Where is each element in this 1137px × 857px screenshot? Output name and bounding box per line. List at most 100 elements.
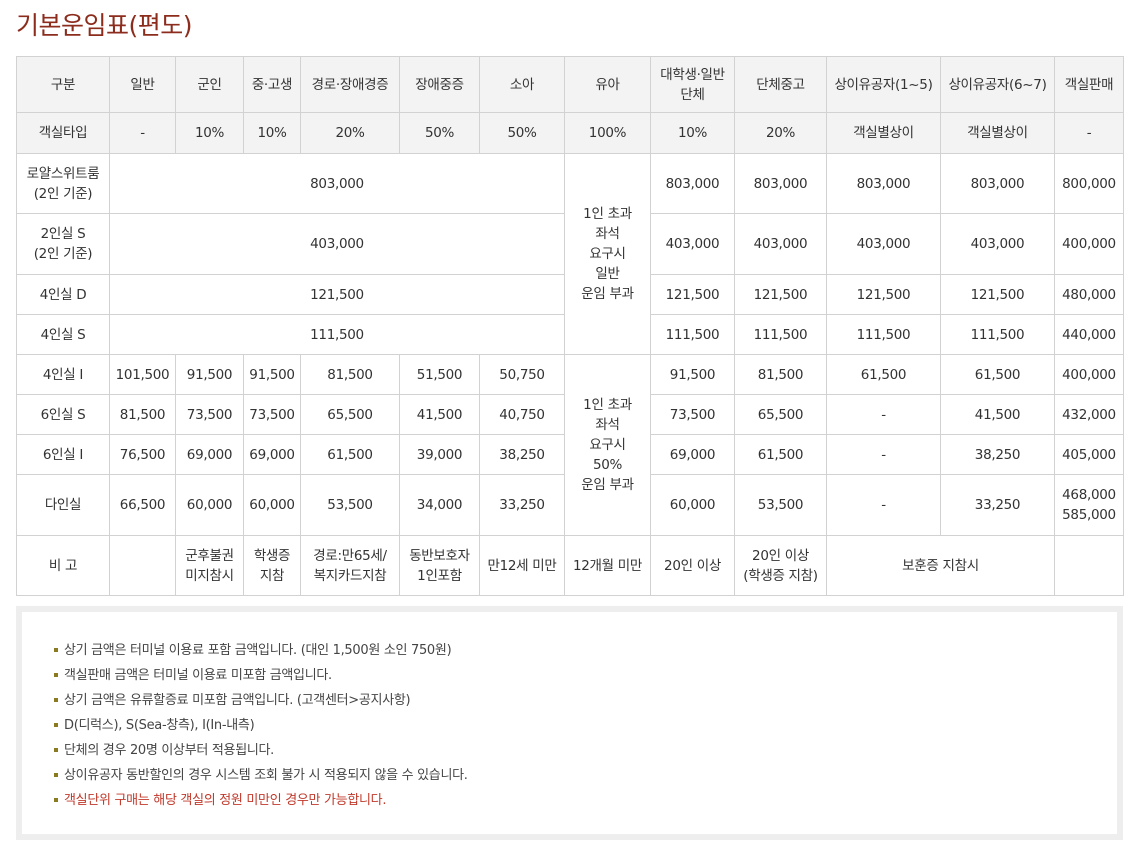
remarks-cell: 만12세 미만 (479, 535, 565, 596)
remarks-cell: 20인 이상 (650, 535, 735, 596)
fare-cell: 432,000 (1054, 394, 1124, 435)
fare-cell: 81,500 (734, 354, 827, 395)
fare-cell: 403,000 (734, 213, 827, 275)
bullet-icon (54, 748, 58, 752)
fare-cell: 400,000 (1054, 354, 1124, 395)
fare-cell: 34,000 (399, 474, 480, 536)
discount-cell: - (1054, 112, 1124, 154)
note-text: 상이유공자 동반할인의 경우 시스템 조회 불가 시 적용되지 않을 수 있습니… (64, 768, 468, 783)
note-item: 객실판매 금액은 터미널 이용료 미포함 금액입니다. (54, 663, 1117, 688)
fare-cell: 111,500 (826, 314, 941, 355)
fare-cell: 803,000 (826, 153, 941, 214)
discount-cell: 10% (650, 112, 735, 154)
header-cell: 상이유공자(1~5) (826, 56, 941, 113)
fare-cell: 69,000 (175, 434, 244, 475)
fare-cell: 33,250 (940, 474, 1055, 536)
fare-cell: 81,500 (109, 394, 176, 435)
fare-cell: 468,000 585,000 (1054, 474, 1124, 536)
fare-cell: 800,000 (1054, 153, 1124, 214)
fare-cell: 76,500 (109, 434, 176, 475)
discount-cell: 객실별상이 (940, 112, 1055, 154)
fare-cell: 73,500 (243, 394, 301, 435)
fare-cell: 121,500 (734, 274, 827, 315)
remarks-row: 비 고 군후불권 미지참시 학생증 지참 경로:만65세/복지카드지참 동반보호자 1인포함 만… (16, 535, 1124, 596)
fare-cell: 61,500 (940, 354, 1055, 395)
discount-cell: 객실별상이 (826, 112, 941, 154)
bullet-icon (54, 773, 58, 777)
fare-cell: 51,500 (399, 354, 480, 395)
header-cell: 구분 (16, 56, 110, 113)
fare-cell: 69,000 (243, 434, 301, 475)
fare-cell: 38,250 (940, 434, 1055, 475)
discount-cell: 10% (175, 112, 244, 154)
fare-cell: 111,500 (940, 314, 1055, 355)
fare-page: 기본운임표(편도) 구분 일반 군인 중·고생 경로·장애경증 장애중증 소아 유아 대학생·일… (0, 0, 1137, 857)
discount-cell: 50% (399, 112, 480, 154)
row-label: 4인실 D (16, 274, 110, 315)
note-text: 상기 금액은 터미널 이용료 포함 금액입니다. (대인 1,500원 소인 7… (64, 643, 452, 658)
merged-fare-cell: 803,000 (109, 153, 565, 214)
header-cell: 객실판매 (1054, 56, 1124, 113)
fare-cell: 91,500 (175, 354, 244, 395)
row-label: 4인실 S (16, 314, 110, 355)
fare-cell: 39,000 (399, 434, 480, 475)
merged-fare-cell: 121,500 (109, 274, 565, 315)
fare-cell: 61,500 (300, 434, 400, 475)
fare-cell: 803,000 (940, 153, 1055, 214)
fare-cell: 73,500 (650, 394, 735, 435)
fare-cell: 66,500 (109, 474, 176, 536)
discount-cell: 20% (300, 112, 400, 154)
note-item: 상기 금액은 터미널 이용료 포함 금액입니다. (대인 1,500원 소인 7… (54, 638, 1117, 663)
fare-cell: 60,000 (650, 474, 735, 536)
discount-cell: 20% (734, 112, 827, 154)
bullet-icon (54, 798, 58, 802)
row-label: 로얄스위트룸 (2인 기준) (16, 153, 110, 214)
room-type-row: 객실타입 -10% 10% 20% 50% 50% 100% 10% 20% 객실별상이 객실별상이… (16, 112, 1124, 154)
fare-cell: 403,000 (650, 213, 735, 275)
remarks-cell: 12개월 미만 (564, 535, 651, 596)
fare-cell: 81,500 (300, 354, 400, 395)
remarks-cell: 학생증 지참 (243, 535, 301, 596)
bullet-icon (54, 698, 58, 702)
header-cell: 소아 (479, 56, 565, 113)
discount-cell: 100% (564, 112, 651, 154)
header-cell: 경로·장애경증 (300, 56, 400, 113)
table-body: 로얄스위트룸 (2인 기준) 803,000 1인 초과 좌석 요구시 일반 운임 부과 803… (16, 153, 1124, 596)
remarks-cell (109, 535, 176, 596)
header-row: 구분 일반 군인 중·고생 경로·장애경증 장애중증 소아 유아 대학생·일반 단체 단체중고 상이유… (16, 56, 1124, 113)
page-title: 기본운임표(편도) (16, 11, 193, 40)
row-label: 다인실 (16, 474, 110, 536)
header-cell: 상이유공자(6~7) (940, 56, 1055, 113)
fare-cell: 405,000 (1054, 434, 1124, 475)
remarks-cell: 경로:만65세/복지카드지참 (300, 535, 400, 596)
note-text: 상기 금액은 유류할증료 미포함 금액입니다. (고객센터>공지사항) (64, 693, 411, 708)
bullet-icon (54, 648, 58, 652)
remarks-cell: 보훈증 지참시 (826, 535, 1055, 596)
merged-fare-cell: 111,500 (109, 314, 565, 355)
fare-cell: 53,500 (300, 474, 400, 536)
fare-cell: 41,500 (940, 394, 1055, 435)
table-row: 로얄스위트룸 (2인 기준) 803,000 1인 초과 좌석 요구시 일반 운임 부과 803… (16, 153, 1124, 355)
fare-cell: 61,500 (734, 434, 827, 475)
note-text: 객실단위 구매는 해당 객실의 정원 미만인 경우만 가능합니다. (64, 793, 387, 808)
note-text: 단체의 경우 20명 이상부터 적용됩니다. (64, 743, 275, 758)
fare-cell: 33,250 (479, 474, 565, 536)
fare-cell: 53,500 (734, 474, 827, 536)
notes-inner: 상기 금액은 터미널 이용료 포함 금액입니다. (대인 1,500원 소인 7… (22, 612, 1117, 834)
discount-cell: 10% (243, 112, 301, 154)
row-label: 2인실 S (2인 기준) (16, 213, 110, 275)
fare-cell: 121,500 (826, 274, 941, 315)
row-label: 6인실 I (16, 434, 110, 475)
note-item: 상기 금액은 유류할증료 미포함 금액입니다. (고객센터>공지사항) (54, 688, 1117, 713)
fare-cell: 111,500 (734, 314, 827, 355)
notes-box: 상기 금액은 터미널 이용료 포함 금액입니다. (대인 1,500원 소인 7… (16, 606, 1123, 840)
header-cell: 중·고생 (243, 56, 301, 113)
infant-note: 1인 초과 좌석 요구시 50% 운임 부과 (564, 354, 651, 536)
header-cell: 대학생·일반 단체 (650, 56, 735, 113)
merged-fare-cell: 403,000 (109, 213, 565, 275)
fare-cell: 91,500 (650, 354, 735, 395)
header-cell: 유아 (564, 56, 651, 113)
row-label: 4인실 I (16, 354, 110, 395)
fare-cell: 41,500 (399, 394, 480, 435)
discount-cell: 객실타입 (16, 112, 110, 154)
